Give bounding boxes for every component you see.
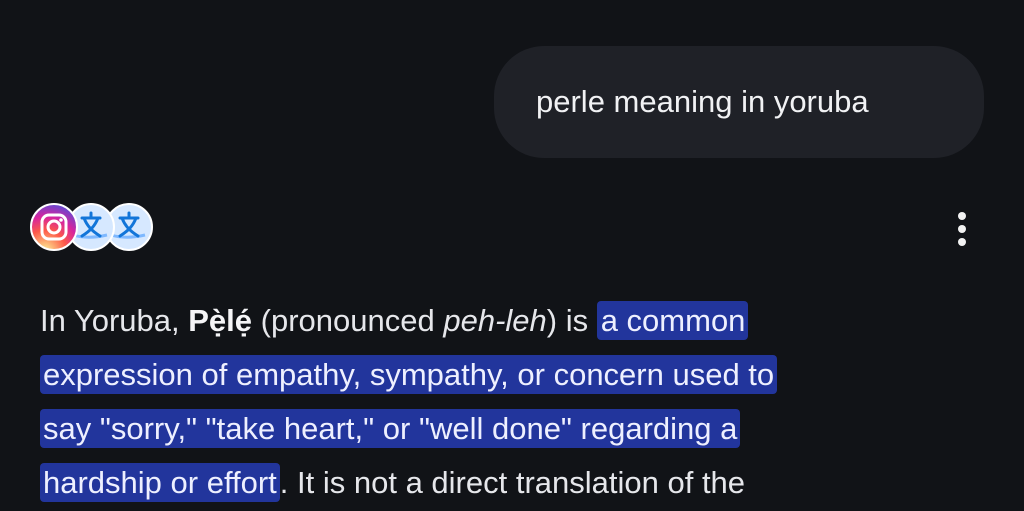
answer-prefix: In Yoruba,	[40, 303, 189, 338]
highlighted-text-3: say "sorry," "take heart," or "well done…	[40, 409, 741, 448]
menu-dot	[958, 212, 966, 220]
answer-text: In Yoruba, Pẹ̀lẹ́ (pronounced peh-leh) i…	[40, 294, 1000, 510]
menu-dot	[958, 238, 966, 246]
pronounced-close: ) is	[546, 303, 597, 338]
instagram-logo-icon	[40, 213, 68, 241]
pronunciation: peh-leh	[443, 303, 547, 338]
menu-dot	[958, 225, 966, 233]
highlighted-text-2: expression of empathy, sympathy, or conc…	[40, 355, 778, 394]
answer-line-2: expression of empathy, sympathy, or conc…	[40, 348, 1000, 402]
highlighted-text-1: a common	[596, 301, 749, 340]
more-vert-icon[interactable]	[948, 208, 976, 250]
yoruba-term: Pẹ̀lẹ́	[188, 303, 253, 338]
chat-response-screen: perle meaning in yoruba In Yoruba, Pẹ̀lẹ…	[0, 0, 1024, 511]
answer-line-3: say "sorry," "take heart," or "well done…	[40, 402, 1000, 456]
source-icons[interactable]	[30, 203, 156, 253]
highlighted-text-4: hardship or effort	[40, 463, 280, 502]
answer-line-4: hardship or effort. It is not a direct t…	[40, 456, 1000, 510]
user-query-bubble: perle meaning in yoruba	[494, 46, 984, 158]
pronounced-open: (pronounced	[252, 303, 444, 338]
answer-suffix: . It is not a direct translation of the	[279, 465, 746, 500]
answer-line-1: In Yoruba, Pẹ̀lẹ́ (pronounced peh-leh) i…	[40, 294, 1000, 348]
user-query-text: perle meaning in yoruba	[536, 84, 869, 119]
instagram-icon[interactable]	[30, 203, 78, 251]
